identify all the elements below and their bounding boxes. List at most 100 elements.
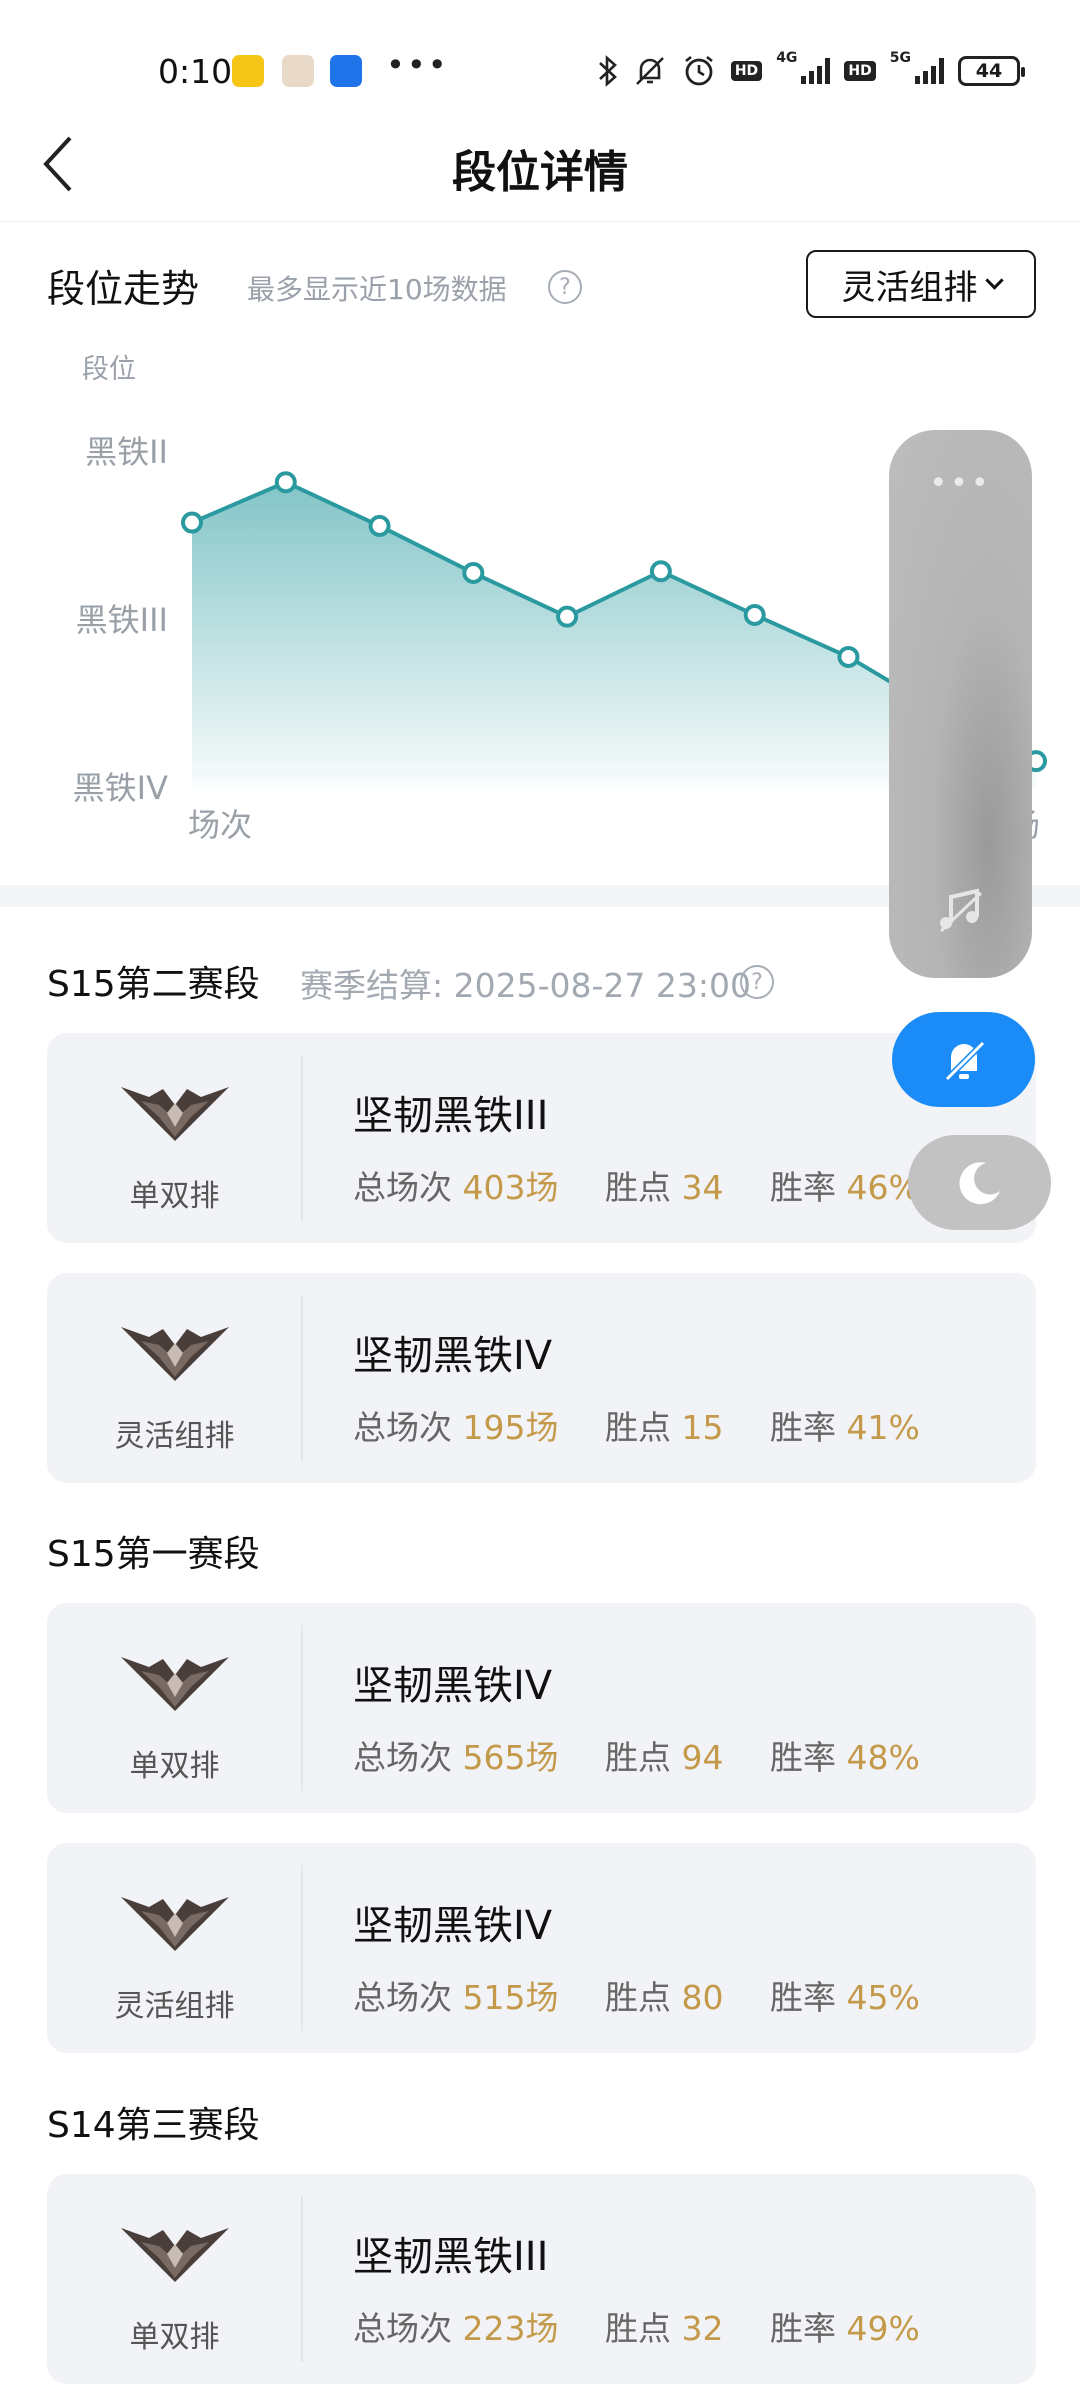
games-label: 总场次 [353,1738,452,1777]
rank-card[interactable]: 灵活组排 坚韧黑铁IV 总场次 515场 胜点 80 胜率 45% [47,1843,1036,2053]
status-time: 0:10 [158,52,233,91]
rank-stats: 总场次 223场 胜点 32 胜率 49% [353,2302,920,2350]
data-point [649,560,672,583]
winrate-label: 胜率 [770,1738,836,1777]
winrate-value: 48% [846,1738,920,1777]
winrate-value: 41% [846,1408,920,1447]
game-app-icon [282,55,314,87]
rank-name: 坚韧黑铁III [353,2234,549,2280]
lp-value: 34 [681,1168,724,1207]
trend-note: 最多显示近10场数据 [247,273,507,306]
season-title: S14第三赛段 [47,2105,260,2146]
card-divider [301,1865,303,2031]
lp-label: 胜点 [605,1978,671,2017]
top-nav: 段位详情 [0,110,1080,222]
card-divider [301,2196,303,2362]
data-point [556,605,579,628]
rank-stats: 总场次 195场 胜点 15 胜率 41% [353,1401,920,1449]
games-label: 总场次 [353,2309,452,2348]
rank-stats: 总场次 565场 胜点 94 胜率 48% [353,1731,920,1779]
moon-icon [958,1161,1000,1204]
panel-more-icon[interactable]: ••• [889,466,1032,501]
messenger-app-icon [330,55,362,87]
y-tick-label: 黑铁IV [73,769,168,807]
weibo-app-icon [232,55,264,87]
bell-mute-icon [944,1040,985,1081]
status-icons: HD 4G HD 5G 44 [597,50,1025,92]
lp-label: 胜点 [605,1168,671,1207]
queue-label: 灵活组排 [114,1419,235,1454]
iron-rank-emblem-icon [121,2228,229,2282]
rank-name: 坚韧黑铁IV [353,1663,553,1709]
season-title: S15第二赛段 [47,964,260,1005]
bluetooth-icon [598,55,617,87]
lp-value: 32 [681,2309,724,2348]
lp-value: 80 [681,1978,724,2017]
data-point [462,561,485,584]
alarm-icon [685,55,713,86]
lp-value: 15 [681,1408,724,1447]
rank-name: 坚韧黑铁III [353,1093,549,1139]
y-tick-label: 黑铁III [76,601,168,639]
signal-4g-icon [801,58,831,84]
rank-stats: 总场次 515场 胜点 80 胜率 45% [353,1971,920,2019]
rank-card[interactable]: 单双排 坚韧黑铁III 总场次 403场 胜点 34 胜率 46% [47,1033,1036,1243]
iron-rank-emblem-icon [121,1657,229,1711]
queue-label: 单双排 [129,2320,220,2355]
data-point [181,511,203,534]
winrate-label: 胜率 [770,1168,836,1207]
season-title: S15第一赛段 [47,1534,260,1575]
chevron-down-icon [984,270,1004,290]
music-off-icon[interactable] [935,885,987,937]
iron-rank-emblem-icon [121,1897,229,1951]
floating-quick-panel[interactable]: ••• [889,430,1032,978]
lp-label: 胜点 [605,1738,671,1777]
rank-card[interactable]: 灵活组排 坚韧黑铁IV 总场次 195场 胜点 15 胜率 41% [47,1273,1036,1483]
bell-off-icon [635,57,664,85]
games-value: 565场 [462,1738,559,1777]
iron-rank-emblem-icon [121,1327,229,1381]
page-title: 段位详情 [452,147,628,198]
rank-card[interactable]: 单双排 坚韧黑铁III 总场次 223场 胜点 32 胜率 49% [47,2174,1036,2384]
games-value: 195场 [462,1408,559,1447]
data-point [837,645,860,668]
more-notifications-icon: ••• [386,46,449,84]
x-axis-label: 场次 [188,806,252,844]
queue-label: 单双排 [129,1749,220,1784]
rank-detail-screen: { "status_bar": { "time": "0:10", "net_4… [0,0,1080,2400]
hd-badge-2: HD [844,61,876,81]
queue-type-select[interactable]: 灵活组排 [806,250,1036,318]
queue-label: 单双排 [129,1179,220,1214]
net-5g-label: 5G [889,50,911,66]
games-label: 总场次 [353,1978,452,2017]
winrate-value: 45% [846,1978,920,2017]
iron-rank-emblem-icon [121,1087,229,1141]
rank-stats: 总场次 403场 胜点 34 胜率 46% [353,1161,920,1209]
lp-value: 94 [681,1738,724,1777]
winrate-value: 49% [846,2309,920,2348]
y-axis-label: 段位 [82,354,136,385]
data-point [368,514,391,537]
signal-5g-icon [915,58,944,84]
help-icon[interactable]: ? [740,965,774,999]
games-label: 总场次 [353,1408,452,1447]
games-label: 总场次 [353,1168,452,1207]
night-mode-button[interactable] [908,1135,1051,1230]
card-divider [301,1625,303,1791]
games-value: 515场 [462,1978,559,2017]
queue-label: 灵活组排 [114,1989,235,2024]
rank-name: 坚韧黑铁IV [353,1903,553,1949]
rank-name: 坚韧黑铁IV [353,1333,553,1379]
winrate-label: 胜率 [770,1978,836,2017]
rank-card[interactable]: 单双排 坚韧黑铁IV 总场次 565场 胜点 94 胜率 48% [47,1603,1036,1813]
games-value: 403场 [462,1168,559,1207]
data-point [743,603,766,626]
help-icon[interactable]: ? [548,270,582,304]
games-value: 223场 [462,2309,559,2348]
trend-title: 段位走势 [47,267,200,311]
net-4g-label: 4G [776,50,798,66]
mute-toggle-button[interactable] [892,1012,1035,1107]
winrate-label: 胜率 [770,2309,836,2348]
card-divider [301,1295,303,1461]
hd-badge: HD [730,61,763,81]
